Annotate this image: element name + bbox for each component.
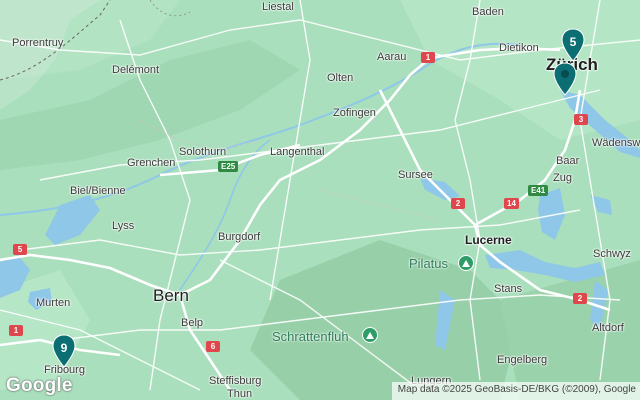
place-label-olten[interactable]: Olten [327, 73, 353, 84]
road-shield-a2: 2 [573, 293, 587, 304]
road-shield-a6: 6 [206, 341, 220, 352]
map-canvas[interactable]: Liestal Baden Porrentruy Delémont Dietik… [0, 0, 640, 400]
road-shield-a1: 1 [9, 325, 23, 336]
cluster-marker-zurich[interactable]: 5 [561, 28, 585, 62]
place-label-schwyz[interactable]: Schwyz [593, 249, 631, 260]
road-shield-a5: 5 [13, 244, 27, 255]
place-label-sursee[interactable]: Sursee [398, 170, 433, 181]
place-label-bern[interactable]: Bern [153, 287, 189, 304]
place-label-lyss[interactable]: Lyss [112, 221, 134, 232]
road-shield-a2: 2 [451, 198, 465, 209]
place-label-dietikon[interactable]: Dietikon [499, 43, 539, 54]
place-label-belp[interactable]: Belp [181, 318, 203, 329]
cluster-count: 5 [569, 35, 577, 49]
poi-label-pilatus[interactable]: Pilatus [409, 257, 448, 270]
road-shield-a14: 14 [504, 198, 519, 209]
place-label-altdorf[interactable]: Altdorf [592, 323, 624, 334]
map-pin-zurich[interactable] [553, 62, 577, 96]
place-label-delemont[interactable]: Delémont [112, 65, 159, 76]
cluster-count: 9 [60, 341, 68, 355]
place-label-steffisburg[interactable]: Steffisburg [209, 376, 261, 387]
road-shield-e41: E41 [528, 185, 549, 196]
place-label-solothurn[interactable]: Solothurn [179, 147, 226, 158]
place-label-lucerne[interactable]: Lucerne [465, 234, 512, 246]
place-label-langenthal[interactable]: Langenthal [270, 147, 324, 158]
place-label-porrentruy[interactable]: Porrentruy [12, 38, 63, 49]
place-label-stans[interactable]: Stans [494, 284, 522, 295]
poi-label-schrattenfluh[interactable]: Schrattenfluh [272, 330, 349, 343]
place-label-grenchen[interactable]: Grenchen [127, 158, 175, 169]
place-label-baar[interactable]: Baar [556, 156, 579, 167]
place-label-thun[interactable]: Thun [227, 389, 252, 400]
place-label-wadenswil[interactable]: Wädensw [592, 138, 640, 149]
map-pin-icon [553, 62, 577, 96]
place-label-zug[interactable]: Zug [553, 173, 572, 184]
cluster-marker-fribourg[interactable]: 9 [52, 334, 76, 368]
place-label-burgdorf[interactable]: Burgdorf [218, 232, 260, 243]
place-label-liestal[interactable]: Liestal [262, 2, 294, 13]
road-shield-a1: 1 [421, 52, 435, 63]
place-label-aarau[interactable]: Aarau [377, 52, 406, 63]
place-label-zofingen[interactable]: Zofingen [333, 108, 376, 119]
google-logo[interactable]: Google [6, 375, 73, 397]
road-shield-a3: 3 [574, 114, 588, 125]
place-label-murten[interactable]: Murten [36, 298, 70, 309]
place-label-engelberg[interactable]: Engelberg [497, 355, 547, 366]
road-shield-e25: E25 [218, 161, 239, 172]
mountain-icon[interactable] [362, 327, 378, 343]
map-attribution[interactable]: Map data ©2025 GeoBasis-DE/BKG (©2009), … [391, 382, 640, 400]
mountain-icon[interactable] [458, 255, 474, 271]
place-label-baden[interactable]: Baden [472, 7, 504, 18]
place-label-biel[interactable]: Biel/Bienne [70, 186, 126, 197]
